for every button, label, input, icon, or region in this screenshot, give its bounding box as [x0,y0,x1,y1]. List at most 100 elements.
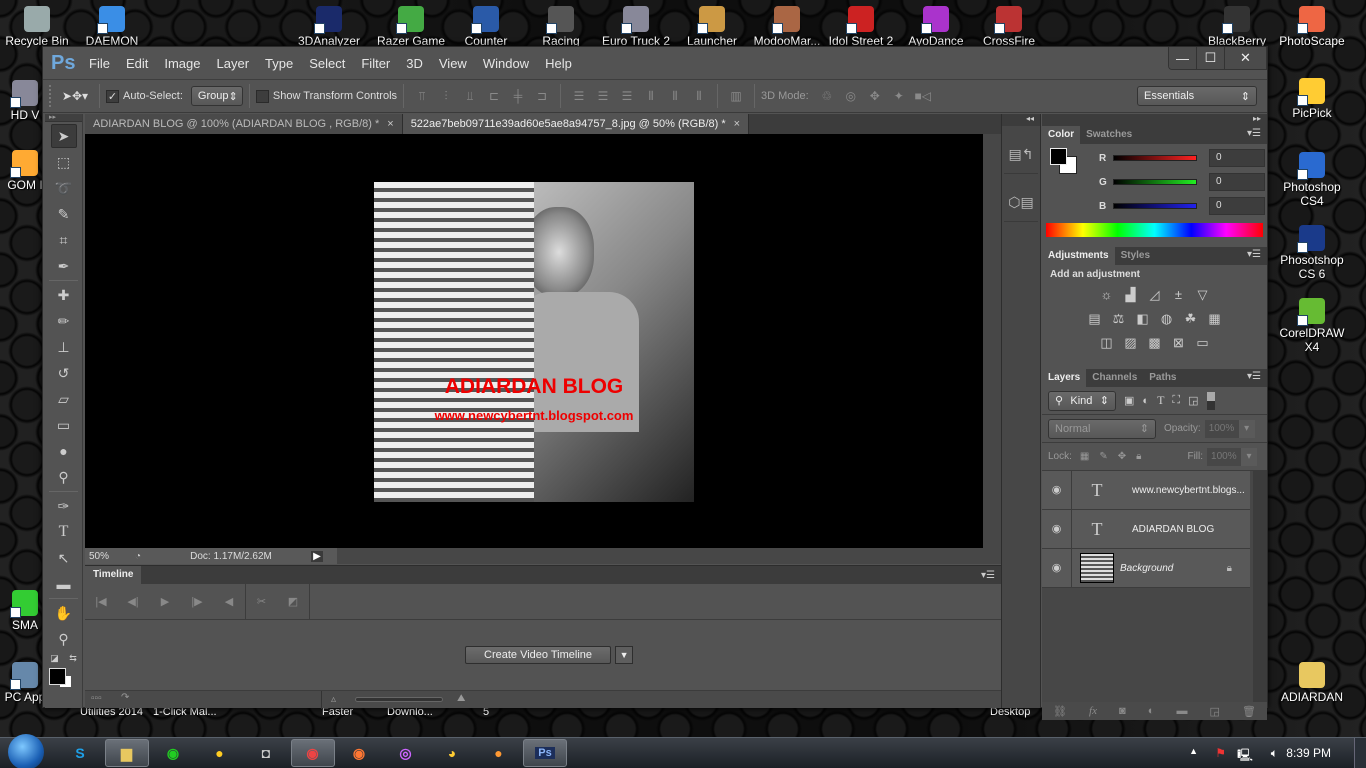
desktop-icon[interactable]: CrossFire [972,6,1046,48]
show-desktop-button[interactable] [1354,738,1366,768]
3d-slide-icon[interactable]: ✦ [890,87,908,105]
desktop-icon[interactable]: Idol Street 2 [824,6,898,48]
zoom-out-mountain-icon[interactable]: ▵ [331,694,336,705]
canvas-image[interactable]: ADIARDAN BLOG www.newcybertnt.blogspot.c… [374,182,694,502]
tab-jpg-image[interactable]: 522ae7beb09711e39ad60e5ae8a94757_8.jpg @… [402,114,750,134]
desktop-icon[interactable]: Euro Truck 2 [599,6,673,48]
align-top-icon[interactable]: ⫪ [413,87,431,105]
taskbar-app-chrome[interactable]: ◉ [290,739,335,767]
layer-name[interactable]: www.newcybertnt.blogs... [1132,485,1245,496]
options-grip[interactable] [49,85,57,107]
zoom-level[interactable]: 50% [85,551,135,562]
taskbar-app-picpick[interactable]: ◕ [430,739,474,767]
convert-arrow-icon[interactable]: ↷ [121,692,129,703]
menu-3d[interactable]: 3D [398,56,431,71]
layer-style-fx-icon[interactable]: fx [1089,705,1097,717]
minimize-button[interactable]: — [1169,47,1197,69]
distribute-right-icon[interactable]: ⫴ [690,87,708,105]
vibrance-icon[interactable]: ▽ [1194,286,1212,304]
tab-layers[interactable]: Layers [1042,369,1087,387]
history-panel-icon[interactable]: ▤↰ [1004,136,1038,174]
taskbar-app-explorer[interactable]: ▆ [104,739,149,767]
3d-roll-icon[interactable]: ◎ [842,87,860,105]
dodge-tool-icon[interactable]: ⚲ [51,465,77,489]
threshold-icon[interactable]: ▩ [1146,334,1164,352]
timeline-tab[interactable]: Timeline [85,566,142,584]
brightness-contrast-icon[interactable]: ☼ [1098,286,1116,304]
layer-filter-kind-dropdown[interactable]: ⚲ Kind ⇕ [1048,390,1116,411]
desktop-icon[interactable]: Counter [449,6,523,48]
taskbar-app-kakaotalk[interactable]: ● [198,739,242,767]
healing-brush-tool-icon[interactable]: ✚ [51,283,77,307]
desktop-icon[interactable]: Phosotshop CS 6 [1275,225,1349,281]
timeline-zoom-slider[interactable] [355,697,443,702]
collapse-dock-icon[interactable]: ◂◂ [1002,114,1040,126]
audio-icon[interactable]: ◀ [213,595,245,608]
green-value-input[interactable]: 0 [1209,173,1265,191]
photo-filter-icon[interactable]: ◍ [1158,310,1176,328]
3d-rotate-icon[interactable]: ♲ [818,87,836,105]
move-tool-icon[interactable]: ➤ [50,124,77,148]
layer-name[interactable]: Background [1120,563,1173,574]
filter-shape-icon[interactable]: ⛶ [1172,394,1180,407]
curves-icon[interactable]: ◿ [1146,286,1164,304]
menu-filter[interactable]: Filter [353,56,398,71]
color-lookup-icon[interactable]: ▦ [1206,310,1224,328]
visibility-eye-icon[interactable]: ◉ [1042,548,1072,588]
clock[interactable]: 8:39 PM [1286,746,1331,760]
distribute-hcenter-icon[interactable]: ⫴ [666,87,684,105]
color-spectrum-ramp[interactable] [1046,223,1263,237]
distribute-left-icon[interactable]: ⫴ [642,87,660,105]
auto-select-checkbox[interactable]: ✓ [106,89,119,103]
path-selection-tool-icon[interactable]: ↖ [51,546,77,570]
opacity-input[interactable]: 100% [1204,419,1239,438]
desktop-icon[interactable]: Photoshop CS4 [1275,152,1349,208]
close-button[interactable]: ✕ [1225,47,1267,69]
desktop-icon[interactable]: AyoDance [899,6,973,48]
create-video-timeline-button[interactable]: Create Video Timeline [465,646,612,664]
volume-icon[interactable]: 🔈︎ [1271,746,1278,761]
show-hidden-icons-arrow[interactable]: ▲ [1189,746,1198,756]
auto-select-dropdown[interactable]: Group ⇕ [190,86,243,106]
align-right-icon[interactable]: ⊐ [533,87,551,105]
desktop-icon[interactable]: Racing [524,6,598,48]
start-button[interactable] [8,734,44,768]
3d-scale-icon[interactable]: ■◁ [914,87,932,105]
filter-pixel-icon[interactable]: ▣ [1124,394,1134,407]
lock-position-icon[interactable]: ✥ [1118,451,1126,462]
align-vcenter-icon[interactable]: ⫶ [437,87,455,105]
exposure-icon[interactable]: ± [1170,286,1188,304]
tab-adjustments[interactable]: Adjustments [1042,247,1115,265]
filter-type-icon[interactable]: T [1157,393,1164,408]
panel-menu-icon[interactable]: ▾☰ [1247,128,1261,139]
panel-menu-icon[interactable]: ▾☰ [1247,371,1261,382]
new-adjustment-layer-icon[interactable]: ◐ [1148,705,1155,717]
levels-icon[interactable]: ▟ [1122,286,1140,304]
desktop-icon[interactable]: ModooMar... [750,6,824,48]
type-tool-icon[interactable]: T [51,520,77,544]
new-group-folder-icon[interactable]: ▬ [1176,705,1187,717]
menu-help[interactable]: Help [537,56,580,71]
layer-row[interactable]: ◉ T www.newcybertnt.blogs... [1042,470,1250,510]
blur-tool-icon[interactable]: ● [51,439,77,463]
rectangle-tool-icon[interactable]: ▬ [51,572,77,596]
move-tool-preset-icon[interactable]: ➤✥▾ [60,87,90,105]
hue-saturation-icon[interactable]: ▤ [1086,310,1104,328]
visibility-eye-icon[interactable]: ◉ [1042,470,1072,510]
zoom-in-mountain-icon[interactable]: ⛰ [457,693,465,704]
tab-styles[interactable]: Styles [1115,247,1156,265]
tab-paths[interactable]: Paths [1143,369,1182,387]
previous-frame-icon[interactable]: ◀| [117,595,149,608]
frame-view-icon[interactable]: ▫▫▫ [91,693,102,704]
pen-tool-icon[interactable]: ✑ [51,494,77,518]
menu-view[interactable]: View [431,56,475,71]
zoom-tool-icon[interactable]: ⚲ [51,627,77,651]
layers-scrollbar[interactable] [1253,471,1267,702]
desktop-icon[interactable]: Razer Game [374,6,448,48]
taskbar-app-firefox[interactable]: ◉ [337,739,381,767]
transition-icon[interactable]: ◩ [277,595,309,608]
filter-adjustment-icon[interactable]: ◐ [1142,395,1149,407]
posterize-icon[interactable]: ▨ [1122,334,1140,352]
add-mask-icon[interactable]: ◙ [1119,705,1126,717]
tab-color[interactable]: Color [1042,126,1081,144]
